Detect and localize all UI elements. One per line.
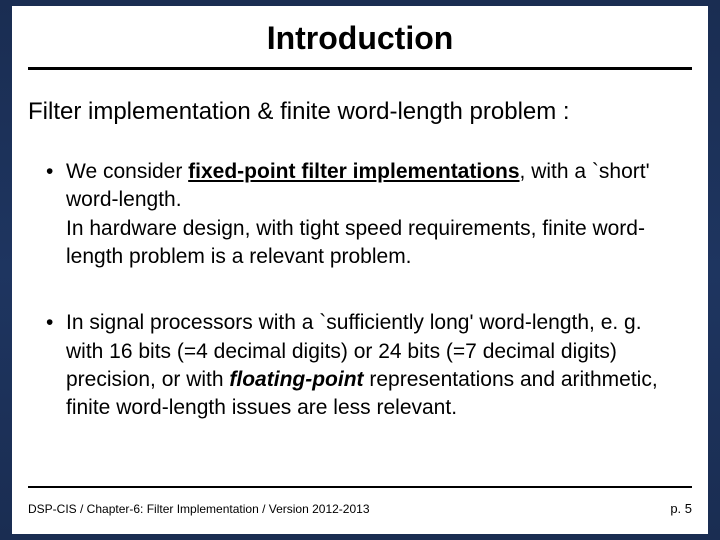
bullet-list: We consider fixed-point filter implement… xyxy=(12,138,708,423)
bullet-emph: fixed-point filter implementations xyxy=(188,160,519,183)
slide-canvas: Introduction Filter implementation & fin… xyxy=(12,6,708,534)
divider-bottom xyxy=(28,486,692,488)
page-number: p. 5 xyxy=(670,501,692,516)
slide-title: Introduction xyxy=(12,6,708,67)
slide-subtitle: Filter implementation & finite word-leng… xyxy=(12,70,708,138)
bullet-item: In signal processors with a `sufficientl… xyxy=(42,309,678,422)
bullet-text: We consider xyxy=(66,160,188,183)
footer: DSP-CIS / Chapter-6: Filter Implementati… xyxy=(28,501,692,516)
bullet-text: In hardware design, with tight speed req… xyxy=(66,215,678,272)
bullet-emph: floating-point xyxy=(229,368,363,391)
footer-left: DSP-CIS / Chapter-6: Filter Implementati… xyxy=(28,502,370,516)
bullet-item: We consider fixed-point filter implement… xyxy=(42,158,678,271)
